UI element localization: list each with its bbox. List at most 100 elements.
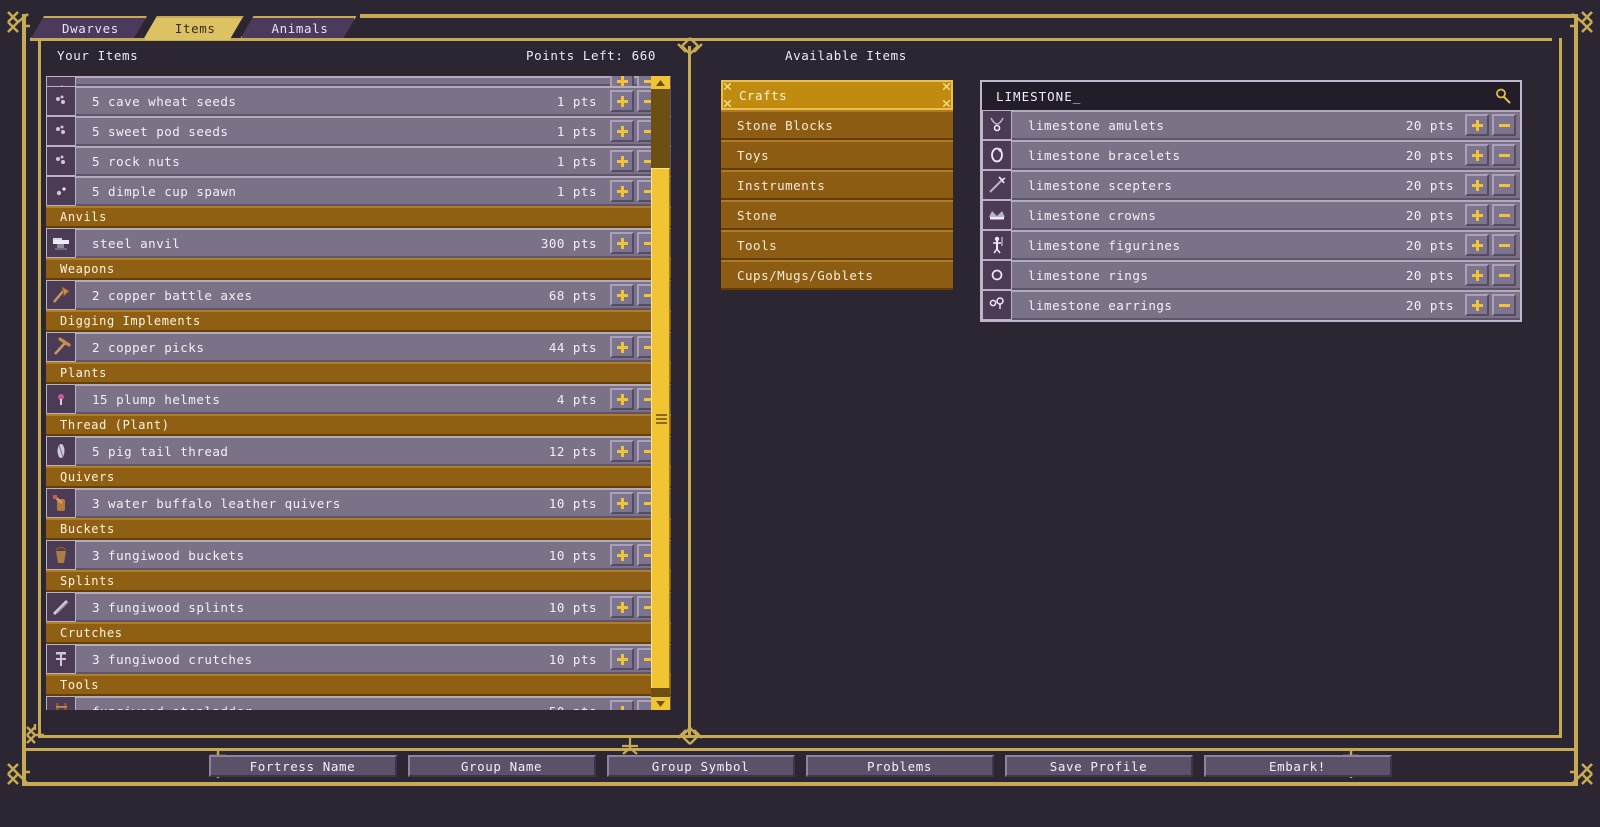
row-body[interactable]: 5 cave wheat seeds 1 pts [76, 86, 671, 116]
table-row[interactable] [46, 76, 671, 86]
available-item-row[interactable]: limestone rings 20 pts [982, 260, 1520, 290]
add-item-button[interactable] [610, 284, 634, 306]
row-body[interactable]: limestone bracelets 20 pts [1012, 140, 1520, 170]
available-rows[interactable]: limestone amulets 20 pts limestone bracele… [982, 110, 1520, 320]
tab-items[interactable]: Items [143, 16, 244, 40]
category-item-instruments[interactable]: Instruments [721, 170, 953, 200]
add-item-button[interactable] [1465, 234, 1489, 256]
add-item-button[interactable] [610, 544, 634, 566]
save-profile-button[interactable]: Save Profile [1004, 755, 1193, 777]
table-row[interactable]: 5 rock nuts 1 pts [46, 146, 671, 176]
group-symbol-button[interactable]: Group Symbol [606, 755, 795, 777]
remove-item-button[interactable] [1492, 294, 1516, 316]
scroll-up-arrow[interactable] [651, 76, 670, 89]
add-item-button[interactable] [610, 150, 634, 172]
category-item-cups-mugs-goblets[interactable]: Cups/Mugs/Goblets [721, 260, 953, 290]
remove-item-button[interactable] [1492, 174, 1516, 196]
table-row[interactable]: 5 cave wheat seeds 1 pts [46, 86, 671, 116]
add-item-button[interactable] [1465, 174, 1489, 196]
remove-item-button[interactable] [1492, 204, 1516, 226]
row-body[interactable]: 5 dimple cup spawn 1 pts [76, 176, 671, 206]
add-item-button[interactable] [610, 648, 634, 670]
row-body[interactable]: limestone scepters 20 pts [1012, 170, 1520, 200]
problems-button[interactable]: Problems [805, 755, 994, 777]
your-items-list[interactable]: 5 cave wheat seeds 1 pts 5 sweet pod seeds… [46, 76, 671, 710]
row-body[interactable]: 5 sweet pod seeds 1 pts [76, 116, 671, 146]
row-body[interactable] [76, 76, 671, 86]
scroll-down-arrow[interactable] [651, 697, 670, 710]
table-row[interactable]: 3 fungiwood splints 10 pts [46, 592, 671, 622]
category-item-stone[interactable]: Stone [721, 200, 953, 230]
table-row[interactable]: 3 fungiwood buckets 10 pts [46, 540, 671, 570]
available-item-row[interactable]: limestone crowns 20 pts [982, 200, 1520, 230]
add-item-button[interactable] [610, 336, 634, 358]
row-body[interactable]: limestone rings 20 pts [1012, 260, 1520, 290]
row-body[interactable]: 15 plump helmets 4 pts [76, 384, 671, 414]
row-body[interactable]: limestone amulets 20 pts [1012, 110, 1520, 140]
table-row[interactable]: 5 sweet pod seeds 1 pts [46, 116, 671, 146]
add-item-button[interactable] [610, 700, 634, 710]
category-item-stone-blocks[interactable]: Stone Blocks [721, 110, 953, 140]
add-item-button[interactable] [1465, 114, 1489, 136]
available-item-row[interactable]: limestone scepters 20 pts [982, 170, 1520, 200]
add-item-button[interactable] [1465, 294, 1489, 316]
table-row[interactable]: 3 water buffalo leather quivers 10 pts [46, 488, 671, 518]
add-item-button[interactable] [1465, 264, 1489, 286]
category-item-crafts[interactable]: Crafts [721, 80, 953, 110]
row-body[interactable]: 5 rock nuts 1 pts [76, 146, 671, 176]
add-item-button[interactable] [610, 76, 634, 86]
remove-item-button[interactable] [1492, 144, 1516, 166]
row-body[interactable]: 3 fungiwood splints 10 pts [76, 592, 671, 622]
row-body[interactable]: limestone figurines 20 pts [1012, 230, 1520, 260]
row-body[interactable]: steel anvil 300 pts [76, 228, 671, 258]
add-item-button[interactable] [610, 596, 634, 618]
magnifier-icon[interactable] [1492, 88, 1514, 104]
tab-dwarves[interactable]: Dwarves [30, 16, 147, 40]
table-row[interactable]: 2 copper battle axes 68 pts [46, 280, 671, 310]
row-body[interactable]: fungiwood stepladder50 pts [76, 696, 671, 710]
available-item-row[interactable]: limestone figurines 20 pts [982, 230, 1520, 260]
add-item-button[interactable] [610, 90, 634, 112]
remove-item-button[interactable] [1492, 264, 1516, 286]
row-body[interactable]: 2 copper battle axes 68 pts [76, 280, 671, 310]
table-row[interactable]: 15 plump helmets 4 pts [46, 384, 671, 414]
row-body[interactable]: limestone crowns 20 pts [1012, 200, 1520, 230]
table-row[interactable]: 2 copper picks 44 pts [46, 332, 671, 362]
table-row[interactable]: fungiwood stepladder50 pts [46, 696, 671, 710]
add-item-button[interactable] [610, 120, 634, 142]
embark-button[interactable]: Embark! [1203, 755, 1392, 777]
available-item-row[interactable]: limestone bracelets 20 pts [982, 140, 1520, 170]
category-list[interactable]: Crafts Stone Blocks Toys Instruments Stone To… [721, 80, 953, 290]
table-row[interactable]: 5 pig tail thread 12 pts [46, 436, 671, 466]
row-body[interactable]: 3 water buffalo leather quivers 10 pts [76, 488, 671, 518]
remove-item-button[interactable] [1492, 234, 1516, 256]
category-item-toys[interactable]: Toys [721, 140, 953, 170]
table-row[interactable]: 5 dimple cup spawn 1 pts [46, 176, 671, 206]
add-item-button[interactable] [610, 388, 634, 410]
search-bar[interactable]: LIMESTONE_ [982, 82, 1520, 110]
add-item-button[interactable] [610, 440, 634, 462]
fortress-name-button[interactable]: Fortress Name [208, 755, 397, 777]
row-body[interactable]: limestone earrings 20 pts [1012, 290, 1520, 320]
row-body[interactable]: 2 copper picks 44 pts [76, 332, 671, 362]
category-item-tools[interactable]: Tools [721, 230, 953, 260]
row-body[interactable]: 3 fungiwood crutches 10 pts [76, 644, 671, 674]
tab-animals[interactable]: Animals [240, 16, 357, 40]
item-points: 44 pts [548, 339, 597, 355]
group-name-button[interactable]: Group Name [407, 755, 596, 777]
remove-item-button[interactable] [1492, 114, 1516, 136]
table-row[interactable]: 3 fungiwood crutches 10 pts [46, 644, 671, 674]
row-body[interactable]: 5 pig tail thread 12 pts [76, 436, 671, 466]
add-item-button[interactable] [610, 180, 634, 202]
add-item-button[interactable] [610, 492, 634, 514]
available-item-row[interactable]: limestone amulets 20 pts [982, 110, 1520, 140]
available-item-row[interactable]: limestone earrings 20 pts [982, 290, 1520, 320]
add-item-button[interactable] [610, 232, 634, 254]
search-input[interactable]: LIMESTONE_ [996, 89, 1492, 104]
add-item-button[interactable] [1465, 144, 1489, 166]
scrollbar-thumb[interactable] [651, 168, 670, 688]
table-row[interactable]: steel anvil 300 pts [46, 228, 671, 258]
row-body[interactable]: 3 fungiwood buckets 10 pts [76, 540, 671, 570]
your-items-scrollbar[interactable] [651, 76, 670, 710]
add-item-button[interactable] [1465, 204, 1489, 226]
